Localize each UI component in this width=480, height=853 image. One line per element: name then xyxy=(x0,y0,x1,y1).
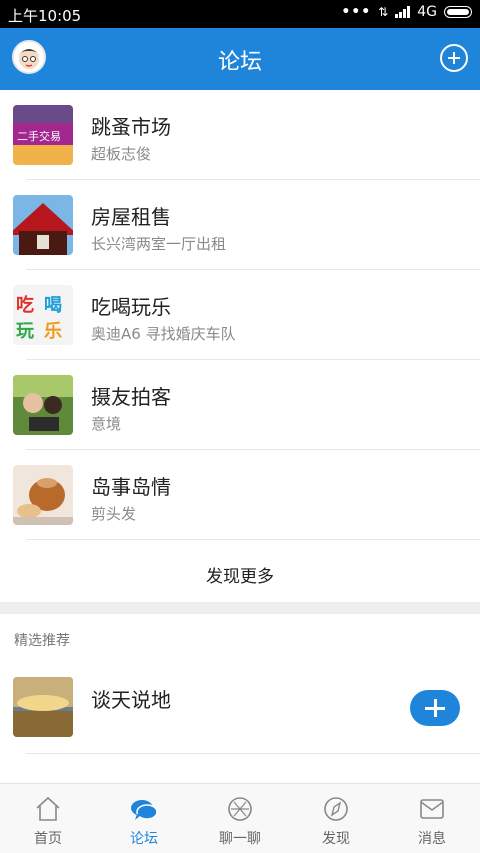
forum-item-photography[interactable]: 摄友拍客 意境 xyxy=(0,360,480,450)
network-type: 4G xyxy=(417,4,437,20)
section-gap xyxy=(0,602,480,614)
flea-market-thumbnail: 二手交易 xyxy=(13,105,73,165)
photography-thumbnail xyxy=(13,375,73,435)
thumb-text: 二手交易 xyxy=(17,129,61,143)
add-button[interactable] xyxy=(440,44,468,72)
forum-item-flea-market[interactable]: 二手交易 跳蚤市场 超板志俊 xyxy=(0,90,480,180)
section-label: 精选推荐 xyxy=(14,633,70,649)
divider xyxy=(26,753,480,754)
follow-add-button[interactable] xyxy=(410,690,460,726)
nav-item-discover[interactable]: 发现 xyxy=(288,784,384,853)
signal-icon xyxy=(395,6,411,18)
food-fun-thumbnail: 吃 喝 玩 乐 xyxy=(13,285,73,345)
forum-title: 摄友拍客 xyxy=(91,385,171,409)
forum-subtitle: 意境 xyxy=(91,415,122,433)
nav-label: 论坛 xyxy=(130,831,158,847)
nav-label: 发现 xyxy=(322,831,350,847)
bottom-nav: 首页 论坛 聊一聊 发现 消息 xyxy=(0,783,480,853)
forum-list: 二手交易 跳蚤市场 超板志俊 房屋租售 长兴湾两室一厅出租 吃 喝 玩 乐 吃喝… xyxy=(0,90,480,540)
forum-item-housing[interactable]: 房屋租售 长兴湾两室一厅出租 xyxy=(0,180,480,270)
discover-more-button[interactable]: 发现更多 xyxy=(0,540,480,602)
forum-subtitle: 剪头发 xyxy=(91,505,137,523)
nav-item-forum[interactable]: 论坛 xyxy=(96,784,192,853)
housing-thumbnail xyxy=(13,195,73,255)
svg-text:吃: 吃 xyxy=(16,294,34,316)
status-indicators: ••• ⇅ 4G xyxy=(341,4,472,20)
status-time: 上午10:05 xyxy=(8,7,82,25)
forum-title: 吃喝玩乐 xyxy=(91,295,171,319)
nav-item-home[interactable]: 首页 xyxy=(0,784,96,853)
message-icon xyxy=(420,799,444,819)
recommend-title: 谈天说地 xyxy=(91,688,171,712)
battery-icon xyxy=(444,6,472,18)
forum-item-food-fun[interactable]: 吃 喝 玩 乐 吃喝玩乐 奥迪A6 寻找婚庆车队 xyxy=(0,270,480,360)
forum-item-island-news[interactable]: 岛事岛情 剪头发 xyxy=(0,450,480,540)
chat-bubble-icon xyxy=(131,800,158,820)
svg-text:玩: 玩 xyxy=(16,321,34,342)
forum-subtitle: 长兴湾两室一厅出租 xyxy=(91,235,227,253)
nav-label: 首页 xyxy=(34,831,62,847)
nav-item-chat[interactable]: 聊一聊 xyxy=(192,784,288,853)
more-dots-icon: ••• xyxy=(341,4,372,20)
forum-subtitle: 奥迪A6 寻找婚庆车队 xyxy=(91,325,236,343)
recommend-item-chat[interactable]: 谈天说地 xyxy=(0,663,480,753)
aperture-icon xyxy=(228,797,252,821)
forum-subtitle: 超板志俊 xyxy=(91,145,152,163)
data-transfer-icon: ⇅ xyxy=(378,5,389,19)
forum-title: 岛事岛情 xyxy=(91,475,171,499)
home-icon xyxy=(36,796,60,821)
status-bar: 上午10:05 ••• ⇅ 4G xyxy=(0,0,480,28)
chat-thumbnail xyxy=(13,677,73,737)
forum-title: 跳蚤市场 xyxy=(91,115,171,139)
svg-text:乐: 乐 xyxy=(44,321,62,342)
nav-label: 消息 xyxy=(418,831,446,847)
compass-icon xyxy=(324,797,348,821)
nav-item-message[interactable]: 消息 xyxy=(384,784,480,853)
island-news-thumbnail xyxy=(13,465,73,525)
app-header: 论坛 xyxy=(0,28,480,90)
page-title: 论坛 xyxy=(217,50,262,75)
forum-title: 房屋租售 xyxy=(91,205,171,229)
svg-text:喝: 喝 xyxy=(44,295,62,316)
nav-label: 聊一聊 xyxy=(219,831,261,847)
